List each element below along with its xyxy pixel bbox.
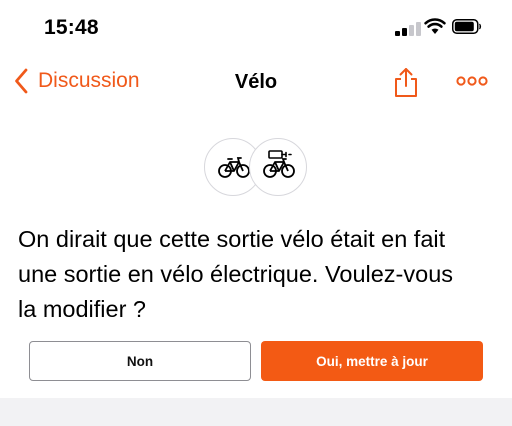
more-icon[interactable] — [456, 74, 488, 88]
back-button[interactable]: Discussion — [14, 66, 140, 96]
electric-bicycle-icon-circle — [249, 138, 307, 196]
prompt-message: On dirait que cette sortie vélo était en… — [18, 222, 500, 327]
bicycle-icon — [218, 157, 250, 178]
share-icon[interactable] — [392, 66, 420, 98]
no-button[interactable]: Non — [29, 341, 251, 381]
electric-bicycle-icon — [263, 150, 295, 178]
status-bar: 15:48 — [0, 0, 512, 56]
battery-icon — [452, 19, 482, 34]
app-screen: 15:48 Discussion Vélo On dirait que cett… — [0, 0, 512, 426]
nav-bar: Discussion Vélo — [0, 56, 512, 109]
prompt-line-2: une sortie en vélo électrique. Voulez-vo… — [18, 261, 454, 287]
status-time: 15:48 — [44, 16, 99, 39]
signal-icon — [395, 20, 421, 36]
back-label: Discussion — [38, 69, 140, 92]
prompt-line-1: On dirait que cette sortie vélo était en… — [18, 226, 446, 252]
activity-type-prompt-card: On dirait que cette sortie vélo était en… — [0, 108, 512, 398]
wifi-icon — [424, 18, 446, 34]
prompt-line-3: la modifier ? — [18, 296, 146, 322]
update-button[interactable]: Oui, mettre à jour — [261, 341, 483, 381]
chevron-left-icon — [15, 68, 28, 94]
